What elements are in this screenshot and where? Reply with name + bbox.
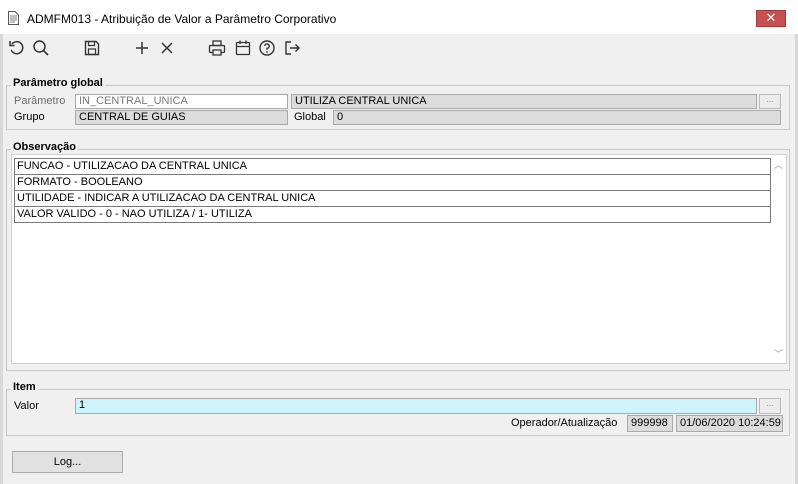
- observacao-scrollbar[interactable]: ︿ ﹀: [770, 155, 786, 363]
- parametro-label: Parâmetro: [14, 95, 66, 107]
- observacao-list[interactable]: FUNCAO - UTILIZACAO DA CENTRAL UNICA FOR…: [11, 154, 787, 364]
- global-field: 0: [333, 110, 781, 125]
- document-icon: [8, 11, 19, 25]
- list-item[interactable]: VALOR VALIDO - 0 - NAO UTILIZA / 1- UTIL…: [14, 206, 771, 223]
- print-icon: [208, 40, 226, 56]
- parametro-global-legend: Parâmetro global: [11, 77, 105, 89]
- save-icon: [84, 40, 100, 56]
- print-button[interactable]: [207, 38, 227, 58]
- exit-icon: [285, 41, 300, 55]
- delete-button[interactable]: [157, 38, 177, 58]
- item-legend: Item: [11, 381, 38, 393]
- add-icon: [136, 42, 148, 54]
- undo-icon: [9, 40, 24, 55]
- operador-atualizacao-label: Operador/Atualização: [511, 417, 618, 429]
- lookup-icon: ⋯: [766, 401, 774, 410]
- grupo-field: CENTRAL DE GUIAS: [75, 110, 288, 125]
- add-button[interactable]: [132, 38, 152, 58]
- close-button[interactable]: ✕: [756, 10, 786, 27]
- help-icon: [259, 40, 275, 56]
- delete-icon: [161, 42, 173, 54]
- toolbar: [3, 34, 795, 62]
- scroll-down-icon[interactable]: ﹀: [774, 347, 783, 360]
- global-label: Global: [294, 111, 326, 123]
- title-bar: ADMFM013 - Atribuição de Valor a Parâmet…: [0, 0, 798, 34]
- calendar-button[interactable]: [233, 38, 253, 58]
- list-item[interactable]: FORMATO - BOOLEANO: [14, 174, 771, 191]
- help-button[interactable]: [257, 38, 277, 58]
- exit-button[interactable]: [282, 38, 302, 58]
- scroll-up-icon[interactable]: ︿: [774, 158, 783, 171]
- observacao-legend: Observação: [11, 141, 78, 153]
- form-content: Parâmetro global Parâmetro IN_CENTRAL_UN…: [3, 64, 795, 484]
- close-icon: ✕: [765, 10, 777, 25]
- undo-button[interactable]: [7, 38, 27, 58]
- valor-input[interactable]: 1: [75, 398, 757, 414]
- calendar-icon: [235, 40, 251, 56]
- operador-field: 999998: [627, 415, 673, 432]
- observacao-group: Observação FUNCAO - UTILIZACAO DA CENTRA…: [6, 141, 790, 371]
- parametro-global-group: Parâmetro global Parâmetro IN_CENTRAL_UN…: [6, 77, 790, 130]
- valor-lookup-button[interactable]: ⋯: [759, 398, 781, 414]
- list-item[interactable]: UTILIDADE - INDICAR A UTILIZACAO DA CENT…: [14, 190, 771, 207]
- lookup-icon: ⋯: [766, 97, 774, 106]
- parametro-descricao-field: UTILIZA CENTRAL UNICA: [291, 94, 757, 109]
- save-button[interactable]: [82, 38, 102, 58]
- list-item[interactable]: FUNCAO - UTILIZACAO DA CENTRAL UNICA: [14, 158, 771, 175]
- search-icon: [33, 40, 49, 56]
- log-button[interactable]: Log...: [12, 451, 123, 473]
- item-group: Item Valor 1 ⋯ Operador/Atualização 9999…: [6, 381, 790, 436]
- grupo-label: Grupo: [14, 111, 45, 123]
- parametro-field[interactable]: IN_CENTRAL_UNICA: [75, 94, 288, 109]
- parametro-lookup-button[interactable]: ⋯: [759, 94, 781, 109]
- window-title: ADMFM013 - Atribuição de Valor a Parâmet…: [27, 12, 337, 26]
- valor-label: Valor: [14, 400, 39, 412]
- atualizacao-field: 01/06/2020 10:24:59: [676, 415, 783, 432]
- search-button[interactable]: [31, 38, 51, 58]
